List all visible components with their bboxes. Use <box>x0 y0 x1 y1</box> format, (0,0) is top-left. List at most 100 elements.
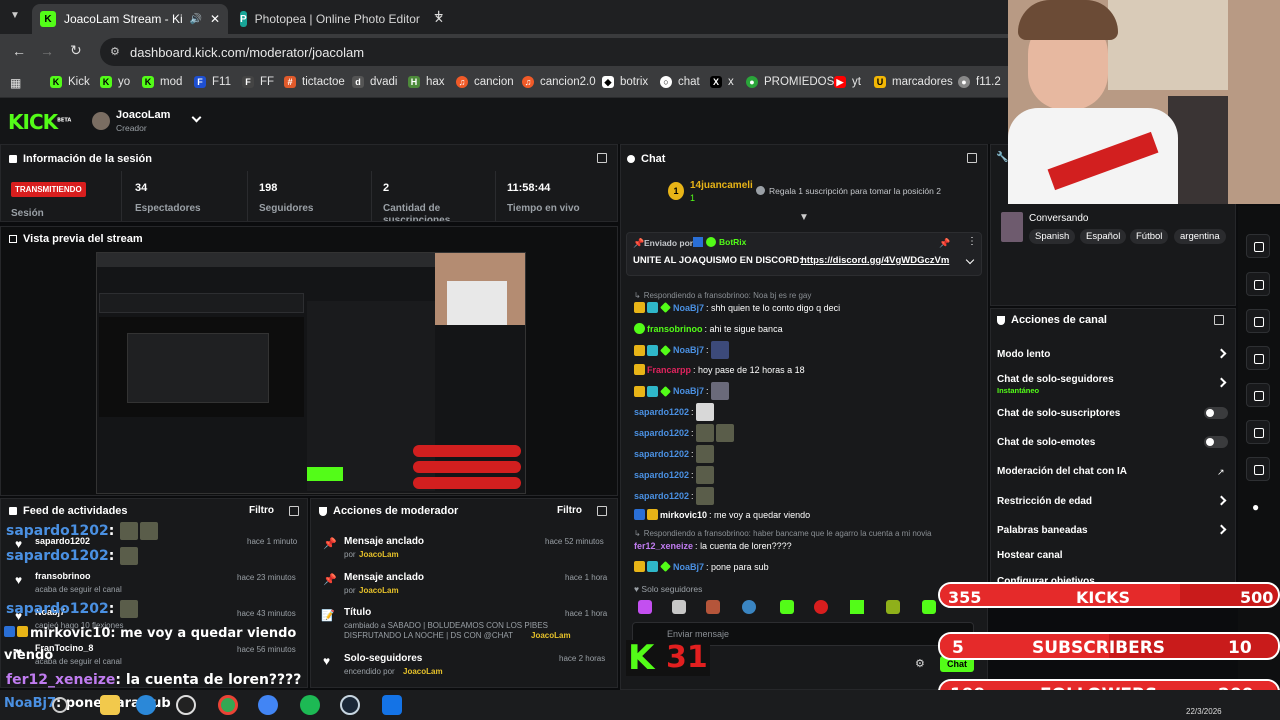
age-restriction-row[interactable]: Restricción de edad <box>997 496 1092 507</box>
stream-preview-video[interactable] <box>96 252 526 494</box>
more-options-icon[interactable]: ⋮ <box>967 236 977 247</box>
side-btn-more[interactable]: ● <box>1252 500 1259 514</box>
obs-icon[interactable] <box>176 695 196 715</box>
emote[interactable] <box>672 600 686 614</box>
bookmark-yo[interactable]: Kyo <box>100 76 130 88</box>
bookmark-f11[interactable]: F F11 <box>194 76 231 88</box>
emote[interactable] <box>850 600 864 614</box>
expand-chevron-icon[interactable] <box>965 255 975 265</box>
expand-icon[interactable] <box>1214 315 1224 325</box>
side-btn-lightning[interactable] <box>1246 272 1270 296</box>
category-name[interactable]: Conversando <box>1029 213 1088 224</box>
new-tab-button[interactable]: + <box>434 7 443 25</box>
bookmark-dvadi[interactable]: d dvadi <box>352 76 398 88</box>
site-info-icon[interactable]: ⚙ <box>110 45 120 58</box>
chat-message[interactable]: NoaBj7: <box>634 341 729 359</box>
emote[interactable] <box>814 600 828 614</box>
bookmark-cancion2[interactable]: ♫ cancion2.0 <box>522 76 596 88</box>
chat-message[interactable]: sapardo1202: <box>634 424 734 442</box>
chat-settings-gear-icon[interactable]: ⚙ <box>915 657 925 670</box>
bookmark-chat[interactable]: ○ chat <box>660 76 700 88</box>
side-btn-camera[interactable] <box>1246 234 1270 258</box>
tag-chip[interactable]: argentina <box>1174 229 1226 244</box>
chat-message[interactable]: fer12_xeneize: la cuenta de loren???? <box>634 541 792 551</box>
side-btn-notes[interactable] <box>1246 309 1270 333</box>
back-icon[interactable]: ← <box>12 43 26 59</box>
external-link-icon[interactable]: ↗ <box>1217 467 1225 478</box>
top-gifter-name[interactable]: 14juancameli <box>690 180 753 191</box>
forward-icon[interactable]: → <box>40 43 54 59</box>
edge-icon[interactable] <box>136 695 156 715</box>
bookmark-kick[interactable]: K Kick <box>50 76 90 88</box>
expand-icon[interactable] <box>597 506 607 516</box>
steam-icon[interactable] <box>340 695 360 715</box>
emote[interactable] <box>780 600 794 614</box>
unpin-icon[interactable]: 📌 <box>939 238 950 249</box>
chat-message[interactable]: fransobrinoo: ahi te sigue banca <box>634 323 783 334</box>
side-btn-chat[interactable] <box>1246 346 1270 370</box>
side-btn-tools[interactable] <box>1246 457 1270 481</box>
subs-only-toggle[interactable] <box>1204 407 1228 419</box>
chat-message[interactable]: NoaBj7: shh quien te lo conto digo q dec… <box>634 302 840 313</box>
kick-logo[interactable]: KICKBETA <box>8 110 71 134</box>
emote[interactable] <box>742 600 756 614</box>
tab-search-icon[interactable]: ▼ <box>10 10 24 24</box>
expand-icon[interactable] <box>597 153 607 163</box>
bookmark-botrix[interactable]: ◆ botrix <box>602 76 648 88</box>
tag-chip[interactable]: Español <box>1080 229 1127 244</box>
spotify-icon[interactable] <box>300 695 320 715</box>
tab-kick[interactable]: K JoacoLam Stream - Kick Da 🔊 ✕ <box>32 4 228 34</box>
channel-name[interactable]: JoacoLam <box>116 109 170 121</box>
tag-chip[interactable]: Spanish <box>1029 229 1076 244</box>
emotes-only-row[interactable]: Chat de solo-emotes <box>997 437 1095 448</box>
bookmark-tictactoe[interactable]: # tictactoe <box>284 76 345 88</box>
chat-message[interactable]: sapardo1202: <box>634 445 714 463</box>
chat-message[interactable]: NoaBj7: pone para sub <box>634 561 769 572</box>
bookmark-ff[interactable]: F FF <box>242 76 274 88</box>
apps-icon[interactable]: ▦ <box>10 76 21 90</box>
emote[interactable] <box>886 600 900 614</box>
host-channel-row[interactable]: Hostear canal <box>997 550 1063 561</box>
pinned-link[interactable]: https://discord.gg/4VgWDGczVm <box>801 255 949 266</box>
bookmark-f11-2[interactable]: ● f11.2 <box>958 76 1001 88</box>
chrome-icon[interactable] <box>218 695 238 715</box>
bookmark-cancion[interactable]: ♫ cancion <box>456 76 514 88</box>
chat-message[interactable]: NoaBj7: <box>634 382 729 400</box>
chat-message[interactable]: sapardo1202: <box>634 403 714 421</box>
close-icon[interactable]: ✕ <box>210 12 220 26</box>
chat-message[interactable]: sapardo1202: <box>634 466 714 484</box>
emote[interactable] <box>706 600 720 614</box>
chat-message[interactable]: Francarpp: hoy pase de 12 horas a 18 <box>634 364 805 375</box>
subs-only-row[interactable]: Chat de solo-suscriptores <box>997 408 1120 419</box>
reload-icon[interactable]: ↻ <box>70 42 82 59</box>
bookmark-yt[interactable]: ▶ yt <box>834 76 861 88</box>
emotes-only-toggle[interactable] <box>1204 436 1228 448</box>
bookmark-x[interactable]: Xx <box>710 76 734 88</box>
search-icon[interactable] <box>52 697 68 713</box>
bookmark-marcadores[interactable]: Umarcadores <box>874 76 953 88</box>
bookmark-hax[interactable]: Hhax <box>408 76 445 88</box>
emote[interactable] <box>638 600 652 614</box>
chrome-profile-icon[interactable] <box>258 695 278 715</box>
side-btn-layout[interactable] <box>1246 420 1270 444</box>
audio-icon[interactable]: 🔊 <box>189 14 201 25</box>
tag-chip[interactable]: Fútbol <box>1130 229 1169 244</box>
gift-prompt[interactable]: Regala 1 suscripción para tomar la posic… <box>769 186 941 196</box>
bookmark-mod[interactable]: Kmod <box>142 76 182 88</box>
pinned-author[interactable]: BotRix <box>719 237 746 247</box>
emote[interactable] <box>922 600 936 614</box>
collapse-icon[interactable]: ▼ <box>799 212 809 223</box>
chat-message[interactable]: sapardo1202: <box>634 487 714 505</box>
slow-mode-row[interactable]: Modo lento <box>997 349 1050 360</box>
bookmark-promiedos[interactable]: ● PROMIEDOS <box>746 76 834 88</box>
followers-only-row[interactable]: Chat de solo-seguidores <box>997 374 1114 385</box>
tab-photopea[interactable]: P Photopea | Online Photo Editor ✕ <box>232 4 444 34</box>
side-btn-broadcast[interactable] <box>1246 383 1270 407</box>
channel-switcher-chevron-icon[interactable] <box>191 112 202 123</box>
banned-words-row[interactable]: Palabras baneadas <box>997 525 1088 536</box>
files-icon[interactable] <box>100 695 120 715</box>
photoshop-icon[interactable] <box>382 695 402 715</box>
expand-icon[interactable] <box>967 153 977 163</box>
ai-moderation-row[interactable]: Moderación del chat con IA <box>997 466 1127 477</box>
mod-filter-button[interactable]: Filtro <box>557 505 582 516</box>
